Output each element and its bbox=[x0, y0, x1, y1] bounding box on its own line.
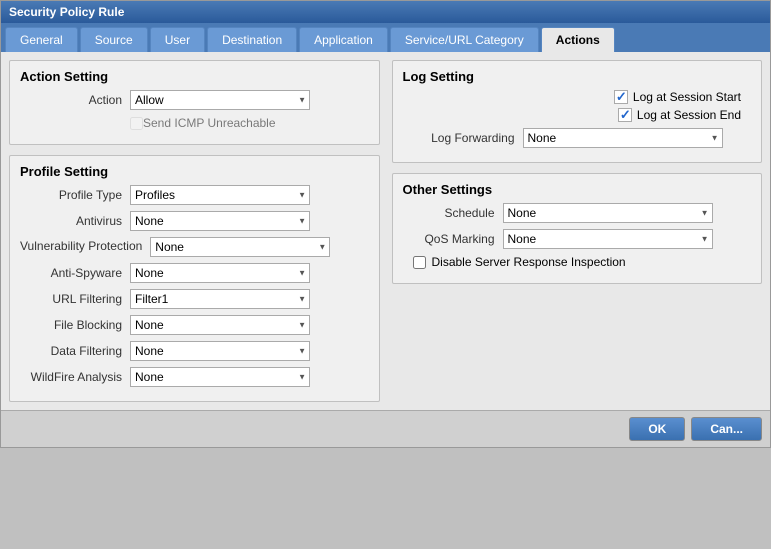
action-setting-title: Action Setting bbox=[20, 69, 369, 84]
log-session-end-row: Log at Session End bbox=[618, 108, 741, 122]
url-filtering-select-wrapper: Filter1 bbox=[130, 289, 310, 309]
vuln-select-wrapper: None bbox=[150, 237, 330, 257]
profile-setting-section: Profile Setting Profile Type Profiles An… bbox=[9, 155, 380, 402]
antivirus-row: Antivirus None bbox=[20, 211, 369, 231]
vuln-select[interactable]: None bbox=[150, 237, 330, 257]
ok-button[interactable]: OK bbox=[629, 417, 685, 441]
anti-spyware-select-wrapper: None bbox=[130, 263, 310, 283]
action-select-wrapper: Allow bbox=[130, 90, 310, 110]
log-session-end-label: Log at Session End bbox=[637, 108, 741, 122]
tab-bar: General Source User Destination Applicat… bbox=[1, 23, 770, 52]
schedule-row: Schedule None bbox=[403, 203, 752, 223]
vuln-label: Vulnerability Protection bbox=[20, 239, 150, 255]
dialog-title: Security Policy Rule bbox=[9, 5, 124, 19]
log-forwarding-label: Log Forwarding bbox=[403, 131, 523, 145]
log-session-start-checkmark[interactable] bbox=[614, 90, 628, 104]
qos-row: QoS Marking None bbox=[403, 229, 752, 249]
url-filtering-label: URL Filtering bbox=[20, 292, 130, 306]
tab-destination[interactable]: Destination bbox=[207, 27, 297, 52]
icmp-label: Send ICMP Unreachable bbox=[143, 116, 276, 130]
footer: OK Can... bbox=[1, 410, 770, 447]
file-blocking-select[interactable]: None bbox=[130, 315, 310, 335]
dialog: Security Policy Rule General Source User… bbox=[0, 0, 771, 448]
log-session-start-label: Log at Session Start bbox=[633, 90, 741, 104]
schedule-label: Schedule bbox=[403, 206, 503, 220]
other-settings-title: Other Settings bbox=[403, 182, 752, 197]
tab-actions[interactable]: Actions bbox=[541, 27, 615, 52]
tab-source[interactable]: Source bbox=[80, 27, 148, 52]
wildfire-label: WildFire Analysis bbox=[20, 370, 130, 384]
log-setting-section: Log Setting Log at Session Start Log at … bbox=[392, 60, 763, 163]
tab-user[interactable]: User bbox=[150, 27, 205, 52]
action-label: Action bbox=[20, 93, 130, 107]
profile-type-select[interactable]: Profiles bbox=[130, 185, 310, 205]
icmp-row: Send ICMP Unreachable bbox=[20, 116, 369, 130]
file-blocking-label: File Blocking bbox=[20, 318, 130, 332]
action-row: Action Allow bbox=[20, 90, 369, 110]
wildfire-select-wrapper: None bbox=[130, 367, 310, 387]
log-forwarding-select[interactable]: None bbox=[523, 128, 723, 148]
disable-inspection-checkbox[interactable] bbox=[413, 256, 426, 269]
data-filtering-row: Data Filtering None bbox=[20, 341, 369, 361]
anti-spyware-label: Anti-Spyware bbox=[20, 266, 130, 280]
data-filtering-label: Data Filtering bbox=[20, 344, 130, 358]
antivirus-label: Antivirus bbox=[20, 214, 130, 228]
data-filtering-select[interactable]: None bbox=[130, 341, 310, 361]
profile-setting-title: Profile Setting bbox=[20, 164, 369, 179]
title-bar: Security Policy Rule bbox=[1, 1, 770, 23]
anti-spyware-row: Anti-Spyware None bbox=[20, 263, 369, 283]
action-select[interactable]: Allow bbox=[130, 90, 310, 110]
data-filtering-select-wrapper: None bbox=[130, 341, 310, 361]
profile-type-label: Profile Type bbox=[20, 188, 130, 202]
disable-inspection-label: Disable Server Response Inspection bbox=[432, 255, 626, 269]
wildfire-select[interactable]: None bbox=[130, 367, 310, 387]
file-blocking-select-wrapper: None bbox=[130, 315, 310, 335]
antivirus-select[interactable]: None bbox=[130, 211, 310, 231]
log-forwarding-row: Log Forwarding None bbox=[403, 128, 752, 148]
cancel-button[interactable]: Can... bbox=[691, 417, 762, 441]
vuln-row: Vulnerability Protection None bbox=[20, 237, 369, 257]
disable-inspection-row: Disable Server Response Inspection bbox=[403, 255, 752, 269]
content-area: Action Setting Action Allow Send ICMP Un… bbox=[1, 52, 770, 410]
left-panel: Action Setting Action Allow Send ICMP Un… bbox=[9, 60, 380, 402]
url-filtering-row: URL Filtering Filter1 bbox=[20, 289, 369, 309]
tab-application[interactable]: Application bbox=[299, 27, 388, 52]
log-forwarding-select-wrapper: None bbox=[523, 128, 723, 148]
log-session-end-checkmark[interactable] bbox=[618, 108, 632, 122]
right-panel: Log Setting Log at Session Start Log at … bbox=[392, 60, 763, 402]
profile-type-row: Profile Type Profiles bbox=[20, 185, 369, 205]
tab-general[interactable]: General bbox=[5, 27, 78, 52]
file-blocking-row: File Blocking None bbox=[20, 315, 369, 335]
icmp-checkbox[interactable] bbox=[130, 117, 143, 130]
anti-spyware-select[interactable]: None bbox=[130, 263, 310, 283]
antivirus-select-wrapper: None bbox=[130, 211, 310, 231]
other-settings-section: Other Settings Schedule None QoS Marking… bbox=[392, 173, 763, 284]
qos-select[interactable]: None bbox=[503, 229, 713, 249]
schedule-select-wrapper: None bbox=[503, 203, 713, 223]
schedule-select[interactable]: None bbox=[503, 203, 713, 223]
log-setting-title: Log Setting bbox=[403, 69, 752, 84]
wildfire-row: WildFire Analysis None bbox=[20, 367, 369, 387]
profile-type-select-wrapper: Profiles bbox=[130, 185, 310, 205]
url-filtering-select[interactable]: Filter1 bbox=[130, 289, 310, 309]
action-setting-section: Action Setting Action Allow Send ICMP Un… bbox=[9, 60, 380, 145]
tab-service-url[interactable]: Service/URL Category bbox=[390, 27, 539, 52]
qos-select-wrapper: None bbox=[503, 229, 713, 249]
log-session-start-row: Log at Session Start bbox=[614, 90, 741, 104]
qos-label: QoS Marking bbox=[403, 232, 503, 246]
